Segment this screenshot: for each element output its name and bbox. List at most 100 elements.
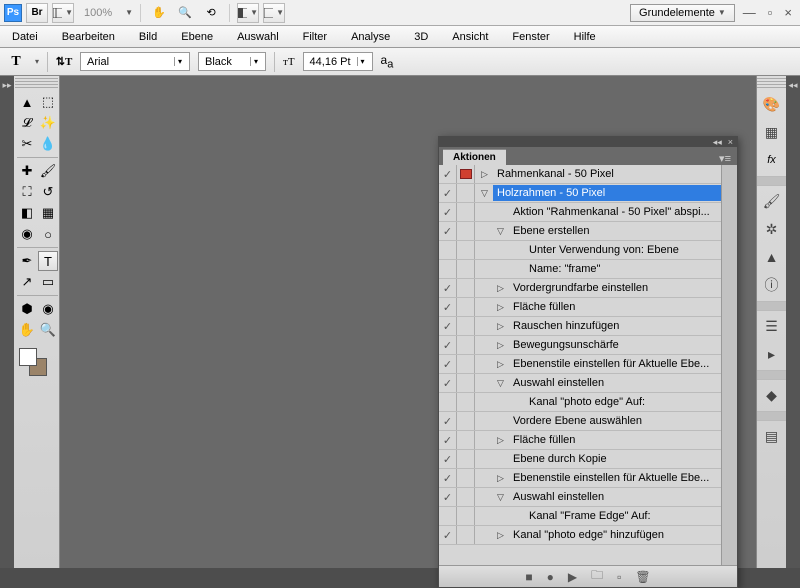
toggle-checkbox[interactable]: ✓ [439, 355, 457, 373]
disclosure-icon[interactable]: ▷ [497, 321, 509, 332]
action-row[interactable]: ✓▷Fläche füllen [439, 298, 721, 317]
panel-titlebar[interactable]: ◂◂ × [439, 137, 737, 147]
dialog-toggle[interactable] [457, 355, 475, 373]
toggle-checkbox[interactable] [439, 393, 457, 411]
dialog-toggle[interactable] [457, 374, 475, 392]
rotate-view-button[interactable]: ⟲ [200, 3, 222, 23]
dialog-toggle[interactable] [457, 184, 475, 202]
history-panel-icon[interactable]: ☰ [760, 314, 784, 338]
minimize-button[interactable]: — [739, 5, 760, 20]
shape-tool[interactable]: ▭ [38, 272, 58, 292]
dialog-toggle[interactable] [457, 165, 475, 183]
menu-ebene[interactable]: Ebene [177, 29, 217, 45]
zoom-tool[interactable]: 🔍 [38, 320, 58, 340]
tab-aktionen[interactable]: Aktionen [443, 149, 506, 165]
action-row[interactable]: ✓▷Vordergrundfarbe einstellen [439, 279, 721, 298]
rightbar-grip[interactable] [757, 78, 786, 88]
bridge-button[interactable]: Br [26, 3, 48, 23]
hand-tool[interactable]: ✋ [17, 320, 37, 340]
foreground-swatch[interactable] [19, 348, 37, 366]
disclosure-icon[interactable]: ▷ [497, 302, 509, 313]
zoom-level[interactable]: 100% [78, 7, 118, 19]
dialog-toggle[interactable] [457, 393, 475, 411]
dialog-toggle[interactable] [457, 412, 475, 430]
gradient-tool[interactable]: ▦ [38, 203, 58, 223]
styles-panel-icon[interactable]: fx [760, 148, 784, 172]
action-row[interactable]: ✓▷Fläche füllen [439, 431, 721, 450]
move-tool[interactable]: ▲ [17, 92, 37, 112]
info-panel-icon[interactable]: ⓘ [760, 273, 784, 297]
dialog-toggle[interactable] [457, 203, 475, 221]
scrollbar[interactable] [721, 165, 737, 565]
workspace-dropdown[interactable]: Grundelemente▼ [630, 4, 735, 22]
panel-close-icon[interactable]: × [728, 137, 733, 147]
font-style-dropdown[interactable]: Black▾ [198, 52, 266, 71]
dialog-toggle[interactable] [457, 222, 475, 240]
font-size-dropdown[interactable]: 44,16 Pt▾ [303, 52, 373, 71]
disclosure-icon[interactable]: ▷ [481, 169, 493, 180]
disclosure-icon[interactable]: ▷ [497, 530, 509, 541]
panel-menu-icon[interactable]: ▾≡ [713, 152, 737, 165]
toggle-checkbox[interactable]: ✓ [439, 431, 457, 449]
toggle-checkbox[interactable]: ✓ [439, 488, 457, 506]
action-row[interactable]: ✓Aktion "Rahmenkanal - 50 Pixel" abspi..… [439, 203, 721, 222]
action-row[interactable]: ✓Ebene durch Kopie [439, 450, 721, 469]
hand-tool-button[interactable]: ✋ [148, 3, 170, 23]
toggle-checkbox[interactable]: ✓ [439, 165, 457, 183]
menu-fenster[interactable]: Fenster [508, 29, 553, 45]
dialog-toggle[interactable] [457, 469, 475, 487]
toggle-checkbox[interactable] [439, 260, 457, 278]
dialog-toggle[interactable] [457, 298, 475, 316]
swatches-panel-icon[interactable]: ▦ [760, 120, 784, 144]
action-row[interactable]: ✓▽Holzrahmen - 50 Pixel [439, 184, 721, 203]
channels-panel-icon[interactable]: ▤ [760, 424, 784, 448]
brush-tool[interactable]: 🖌 [38, 161, 58, 181]
brushes-panel-icon[interactable]: 🖌 [760, 189, 784, 213]
disclosure-icon[interactable]: ▽ [497, 378, 509, 389]
record-button[interactable]: ● [547, 570, 554, 584]
toggle-checkbox[interactable]: ✓ [439, 298, 457, 316]
new-set-button[interactable]: 🗀 [591, 566, 603, 587]
toggle-checkbox[interactable] [439, 507, 457, 525]
disclosure-icon[interactable]: ▷ [497, 283, 509, 294]
action-row[interactable]: ✓▷Ebenenstile einstellen für Aktuelle Eb… [439, 355, 721, 374]
menu-hilfe[interactable]: Hilfe [570, 29, 600, 45]
disclosure-icon[interactable]: ▷ [497, 359, 509, 370]
actions-panel-icon[interactable]: ▸ [760, 342, 784, 366]
action-row[interactable]: ✓▽Auswahl einstellen [439, 374, 721, 393]
layers-panel-icon[interactable]: ◆ [760, 383, 784, 407]
eyedropper-tool[interactable]: 💧 [38, 134, 58, 154]
right-dock-collapsed[interactable]: ◂◂ [786, 76, 800, 568]
pen-tool[interactable]: ✒ [17, 251, 37, 271]
toolbox-grip[interactable] [15, 78, 58, 88]
action-row[interactable]: Name: "frame" [439, 260, 721, 279]
dialog-toggle[interactable] [457, 507, 475, 525]
close-button[interactable]: × [780, 5, 796, 20]
toggle-checkbox[interactable] [439, 241, 457, 259]
dialog-toggle[interactable] [457, 431, 475, 449]
menu-3d[interactable]: 3D [410, 29, 432, 45]
crop-tool[interactable]: ✂ [17, 134, 37, 154]
action-row[interactable]: ✓▽Auswahl einstellen [439, 488, 721, 507]
stop-button[interactable]: ■ [525, 570, 532, 584]
menu-bild[interactable]: Bild [135, 29, 161, 45]
dialog-toggle[interactable] [457, 241, 475, 259]
color-swatches[interactable] [17, 346, 56, 380]
dialog-toggle[interactable] [457, 336, 475, 354]
menu-auswahl[interactable]: Auswahl [233, 29, 283, 45]
heal-tool[interactable]: ✚ [17, 161, 37, 181]
menu-analyse[interactable]: Analyse [347, 29, 394, 45]
action-row[interactable]: ✓▷Ebenenstile einstellen für Aktuelle Eb… [439, 469, 721, 488]
toggle-checkbox[interactable]: ✓ [439, 450, 457, 468]
toggle-checkbox[interactable]: ✓ [439, 222, 457, 240]
toggle-checkbox[interactable]: ✓ [439, 526, 457, 544]
path-tool[interactable]: ↗ [17, 272, 37, 292]
action-row[interactable]: Unter Verwendung von: Ebene [439, 241, 721, 260]
dialog-toggle[interactable] [457, 526, 475, 544]
arrange-button[interactable]: ▼ [237, 3, 259, 23]
toggle-checkbox[interactable]: ✓ [439, 469, 457, 487]
disclosure-icon[interactable]: ▽ [481, 188, 493, 199]
minibridge-button[interactable]: ▼ [52, 3, 74, 23]
action-row[interactable]: ✓Vordere Ebene auswählen [439, 412, 721, 431]
type-tool[interactable]: T [38, 251, 58, 271]
